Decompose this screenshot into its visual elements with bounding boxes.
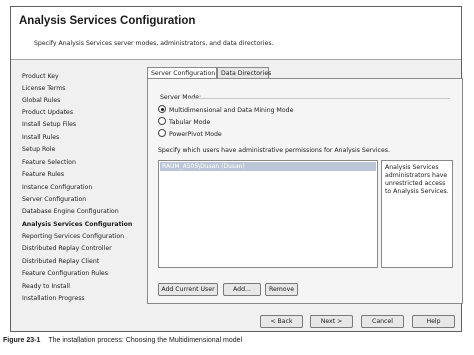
- nav-item-distributed-replay-client[interactable]: Distributed Replay Client: [22, 258, 99, 265]
- nav-item-ready-to-install[interactable]: Ready to Install: [22, 283, 70, 290]
- nav-item-install-setup-files[interactable]: Install Setup Files: [22, 121, 76, 128]
- add-current-user-button[interactable]: Add Current User: [158, 283, 218, 296]
- server-mode-divider: [188, 98, 450, 99]
- nav-item-product-updates[interactable]: Product Updates: [22, 109, 73, 116]
- radio-tabular-mode[interactable]: Tabular Mode: [158, 117, 210, 126]
- radio-label: PowerPivot Mode: [169, 131, 222, 138]
- figure-caption-text: The installation process: Choosing the M…: [48, 337, 243, 344]
- cancel-button[interactable]: Cancel: [361, 315, 404, 328]
- remove-button[interactable]: Remove: [265, 283, 298, 296]
- tab-data-directories[interactable]: Data Directories: [217, 67, 271, 78]
- nav-item-feature-configuration-rules[interactable]: Feature Configuration Rules: [22, 270, 108, 277]
- list-item[interactable]: RAUM_A505\Dusan (Dusan): [160, 162, 376, 171]
- nav-item-server-configuration[interactable]: Server Configuration: [22, 196, 86, 203]
- next-button[interactable]: Next >: [310, 315, 353, 328]
- help-button[interactable]: Help: [412, 315, 455, 328]
- page-subtitle: Specify Analysis Services server modes, …: [34, 40, 274, 47]
- setup-window: Analysis Services Configuration Specify …: [10, 6, 463, 332]
- nav-item-reporting-services-configuration[interactable]: Reporting Services Configuration: [22, 233, 124, 240]
- nav-item-global-rules[interactable]: Global Rules: [22, 97, 60, 104]
- back-button[interactable]: < Back: [260, 315, 303, 328]
- setup-steps-nav: Product Key License Terms Global Rules P…: [11, 59, 135, 305]
- nav-item-feature-selection[interactable]: Feature Selection: [22, 159, 76, 166]
- nav-item-database-engine-configuration[interactable]: Database Engine Configuration: [22, 208, 119, 215]
- radio-multidimensional-mode[interactable]: Multidimensional and Data Mining Mode: [158, 105, 293, 114]
- nav-item-product-key[interactable]: Product Key: [22, 73, 59, 80]
- figure-number: Figure 23-1: [3, 337, 41, 344]
- nav-item-analysis-services-configuration[interactable]: Analysis Services Configuration: [22, 221, 132, 228]
- radio-unchecked-icon: [158, 129, 166, 137]
- nav-item-license-terms[interactable]: License Terms: [22, 85, 66, 92]
- radio-label: Tabular Mode: [169, 119, 211, 126]
- add-button[interactable]: Add...: [223, 283, 261, 296]
- radio-unchecked-icon: [158, 117, 166, 125]
- admin-info-box: Analysis Services administrators have un…: [381, 160, 453, 268]
- radio-checked-icon: [158, 105, 166, 113]
- nav-item-instance-configuration[interactable]: Instance Configuration: [22, 184, 92, 191]
- page-header: Analysis Services Configuration Specify …: [11, 7, 461, 60]
- page-title: Analysis Services Configuration: [19, 15, 196, 27]
- nav-item-setup-role[interactable]: Setup Role: [22, 146, 55, 153]
- figure-caption: Figure 23-1 The installation process: Cho…: [3, 337, 242, 344]
- server-configuration-panel: Server Mode: Multidimensional and Data M…: [147, 78, 463, 304]
- radio-powerpivot-mode[interactable]: PowerPivot Mode: [158, 129, 222, 138]
- admin-users-list[interactable]: RAUM_A505\Dusan (Dusan): [158, 160, 378, 268]
- radio-label: Multidimensional and Data Mining Mode: [169, 107, 294, 114]
- nav-item-installation-progress[interactable]: Installation Progress: [22, 295, 85, 302]
- nav-item-feature-rules[interactable]: Feature Rules: [22, 171, 64, 178]
- nav-item-distributed-replay-controller[interactable]: Distributed Replay Controller: [22, 245, 112, 252]
- nav-item-install-rules[interactable]: Install Rules: [22, 134, 59, 141]
- admin-users-prompt: Specify which users have administrative …: [158, 147, 390, 154]
